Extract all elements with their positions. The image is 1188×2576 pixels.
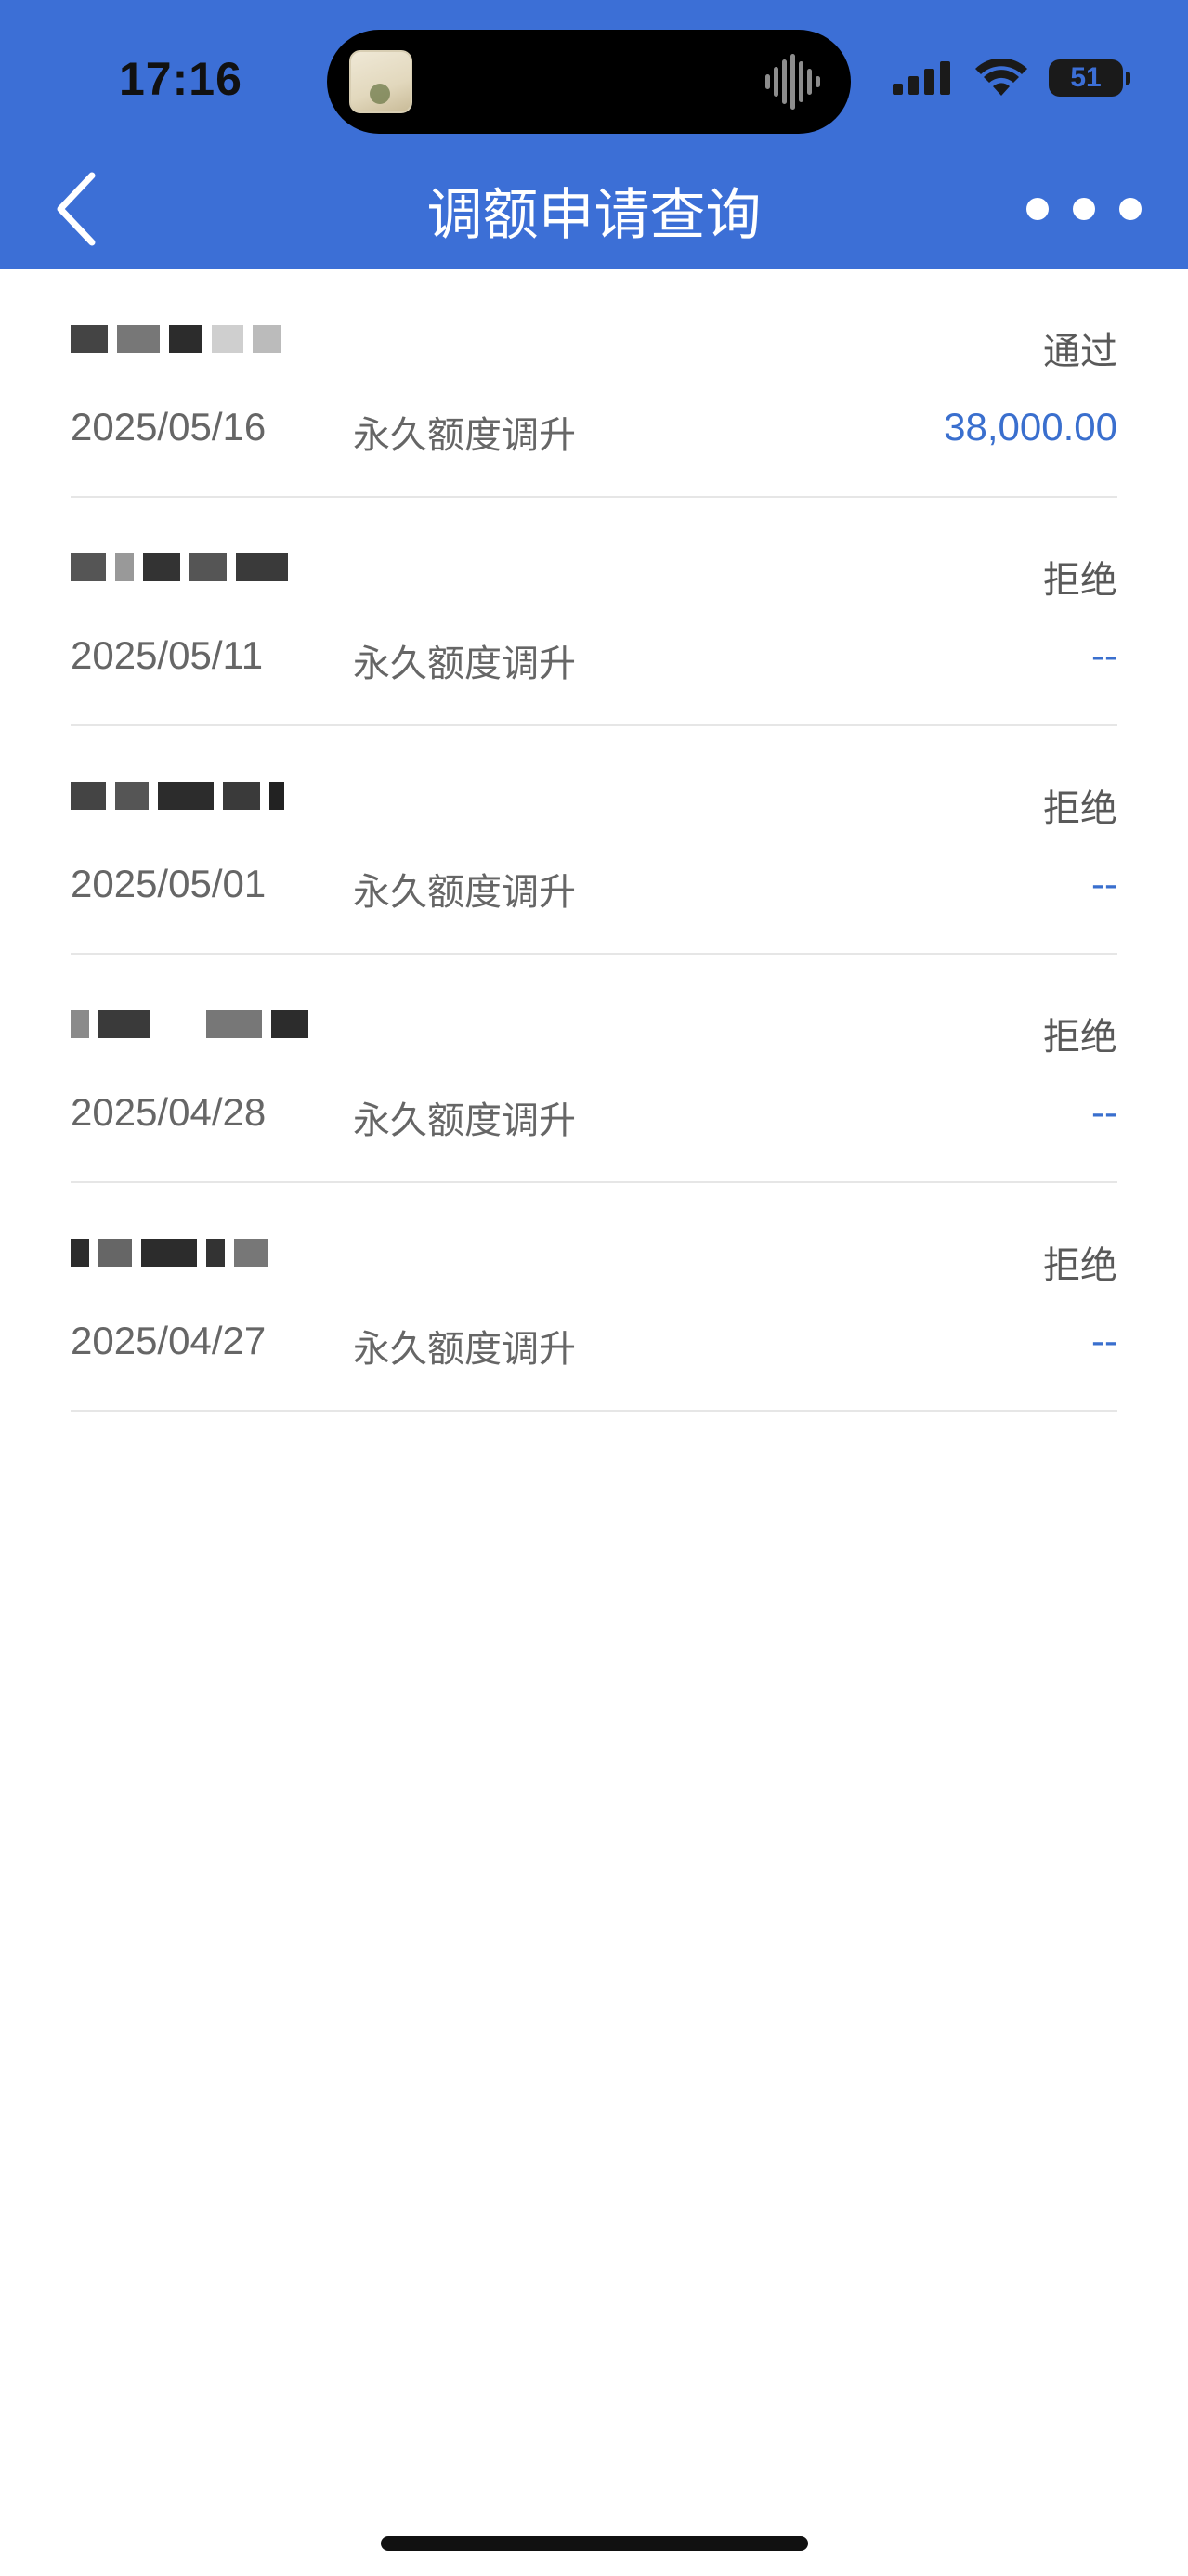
cellular-signal-icon	[893, 61, 950, 95]
redaction-pixel	[160, 1010, 197, 1038]
list-item[interactable]: 拒绝 2025/04/27 永久额度调升 --	[71, 1183, 1117, 1412]
redaction-pixel	[71, 1239, 89, 1267]
redaction-pixel	[236, 553, 288, 581]
list-item[interactable]: 通过 2025/05/16 永久额度调升 38,000.00	[71, 269, 1117, 498]
list-item[interactable]: 拒绝 2025/04/28 永久额度调升 --	[71, 955, 1117, 1183]
list-item[interactable]: 拒绝 2025/05/11 永久额度调升 --	[71, 498, 1117, 726]
dynamic-island[interactable]	[327, 30, 851, 134]
redaction-pixel	[169, 325, 202, 353]
approved-amount: --	[1091, 1090, 1117, 1134]
adjust-type: 永久额度调升	[353, 1099, 576, 1142]
battery-level: 51	[1070, 62, 1102, 93]
status-label: 通过	[1043, 331, 1117, 373]
page-title: 调额申请查询	[426, 183, 762, 248]
redaction-pixel	[117, 325, 160, 353]
home-indicator[interactable]	[381, 2536, 808, 2551]
apply-date: 2025/04/27	[71, 1319, 267, 1362]
redaction-pixel	[98, 1010, 150, 1038]
redacted-name	[71, 544, 479, 591]
apply-date: 2025/05/01	[71, 862, 267, 905]
adjust-type: 永久额度调升	[353, 871, 576, 914]
battery-cap	[1126, 72, 1130, 85]
redaction-pixel	[234, 1239, 268, 1267]
adjust-type: 永久额度调升	[353, 1328, 576, 1371]
battery-icon: 51	[1049, 59, 1130, 97]
status-indicators: 51	[893, 58, 1130, 98]
wifi-icon	[975, 59, 1027, 96]
audio-waveform-icon	[765, 54, 820, 110]
status-label: 拒绝	[1043, 1244, 1117, 1287]
redaction-pixel	[212, 325, 243, 353]
redaction-pixel	[71, 782, 106, 810]
ellipsis-icon	[1026, 198, 1049, 220]
approved-amount: --	[1091, 633, 1117, 677]
application-list: 通过 2025/05/16 永久额度调升 38,000.00 拒绝 2025/0…	[0, 269, 1188, 1412]
redaction-pixel	[71, 325, 108, 353]
apply-date: 2025/04/28	[71, 1090, 267, 1134]
page: 17:16 51 调额申请查询 通过 2025/05/16 永久额度调升 38,…	[0, 0, 1188, 2576]
redaction-pixel	[269, 782, 284, 810]
redaction-pixel	[115, 782, 149, 810]
redaction-pixel	[206, 1239, 225, 1267]
apply-date: 2025/05/11	[71, 633, 264, 677]
redaction-pixel	[71, 1010, 89, 1038]
redaction-pixel	[98, 1239, 132, 1267]
adjust-type: 永久额度调升	[353, 414, 576, 457]
status-label: 拒绝	[1043, 1016, 1117, 1059]
more-button[interactable]	[1026, 190, 1142, 228]
redaction-pixel	[115, 553, 134, 581]
status-label: 拒绝	[1043, 559, 1117, 602]
redaction-pixel	[141, 1239, 197, 1267]
redacted-name	[71, 316, 479, 362]
now-playing-artwork-icon	[349, 50, 412, 113]
status-time: 17:16	[119, 53, 242, 105]
redacted-name	[71, 1229, 479, 1276]
redaction-pixel	[189, 553, 227, 581]
header: 17:16 51 调额申请查询	[0, 0, 1188, 269]
approved-amount: 38,000.00	[944, 405, 1117, 449]
status-label: 拒绝	[1043, 787, 1117, 830]
redacted-name	[71, 1001, 479, 1047]
redaction-pixel	[271, 1010, 308, 1038]
redaction-pixel	[223, 782, 260, 810]
redacted-name	[71, 773, 479, 819]
ellipsis-icon	[1119, 198, 1142, 220]
ellipsis-icon	[1073, 198, 1095, 220]
redaction-pixel	[206, 1010, 262, 1038]
approved-amount: --	[1091, 862, 1117, 905]
redaction-pixel	[158, 782, 214, 810]
redaction-pixel	[71, 553, 106, 581]
approved-amount: --	[1091, 1319, 1117, 1362]
list-item[interactable]: 拒绝 2025/05/01 永久额度调升 --	[71, 726, 1117, 955]
redaction-pixel	[253, 325, 281, 353]
adjust-type: 永久额度调升	[353, 643, 576, 685]
apply-date: 2025/05/16	[71, 405, 267, 449]
redaction-pixel	[143, 553, 180, 581]
